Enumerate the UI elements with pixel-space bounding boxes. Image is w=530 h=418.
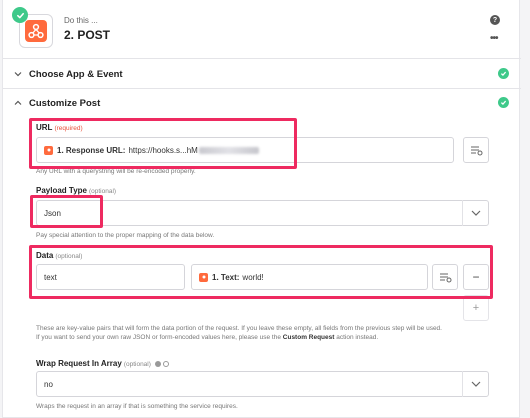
custom-request-link[interactable]: Custom Request — [283, 334, 335, 341]
wrap-request-label: Wrap Request In Array (optional) — [36, 359, 170, 368]
wrap-request-value: no — [44, 379, 53, 389]
payload-type-label: Payload Type (optional) — [36, 186, 116, 195]
optional-badge: (optional) — [55, 253, 83, 260]
wrap-request-select[interactable]: no — [36, 371, 489, 397]
list-options-icon — [439, 272, 451, 282]
chevron-down-icon — [471, 210, 481, 216]
section-customize-post[interactable]: Customize Post — [13, 95, 509, 111]
webhook-app-icon — [199, 272, 208, 282]
insert-data-button[interactable] — [432, 264, 458, 290]
wrap-label-text: Wrap Request In Array — [36, 359, 122, 368]
pill-value: world! — [242, 272, 264, 282]
payload-help-text: Pay special attention to the proper mapp… — [36, 232, 215, 239]
url-input[interactable]: 1. Response URL: https://hooks.s...hM — [36, 137, 454, 163]
data-help-line: These are key-value pairs that will form… — [36, 325, 442, 332]
step-subtitle: Do this ... — [64, 16, 98, 25]
optional-badge: (optional) — [88, 188, 117, 195]
section-choose-app-event[interactable]: Choose App & Event — [13, 66, 509, 82]
help-text-part: If you want to send your own raw JSON or… — [36, 334, 281, 342]
wrap-help-text: Wraps the request in an array if that is… — [36, 403, 238, 410]
step-complete-check-icon — [12, 7, 28, 23]
check-circle-icon — [498, 68, 509, 79]
payload-type-select[interactable]: Json — [36, 200, 489, 226]
section-label: Customize Post — [29, 97, 101, 109]
divider — [3, 88, 521, 89]
data-key-value: text — [44, 272, 57, 282]
redacted-value — [198, 146, 259, 154]
webhook-app-icon — [44, 145, 53, 155]
insert-data-button[interactable] — [463, 137, 489, 163]
section-label: Choose App & Event — [29, 68, 123, 80]
remove-row-button[interactable]: − — [463, 264, 489, 290]
url-help-text: Any URL with a querystring will be re-en… — [36, 168, 196, 175]
required-badge: (required) — [54, 125, 83, 132]
payload-label-text: Payload Type — [36, 186, 87, 195]
help-icon[interactable]: ? — [490, 15, 500, 25]
pill-value: https://hooks.s...hM — [128, 145, 198, 155]
url-mapped-pill[interactable]: 1. Response URL: https://hooks.s...hM — [44, 145, 259, 155]
url-label-text: URL — [36, 123, 53, 132]
payload-dropdown-toggle[interactable] — [462, 200, 489, 226]
wrap-dropdown-toggle[interactable] — [462, 371, 489, 397]
data-help-line: If you want to send your own raw JSON or… — [36, 333, 496, 342]
data-label-text: Data — [36, 251, 54, 260]
step-panel: Do this ... 2. POST ? ••• Choose App & E… — [2, 0, 521, 418]
data-help-text: These are key-value pairs that will form… — [36, 324, 496, 342]
url-field-label: URL (required) — [36, 123, 83, 132]
data-value-input[interactable]: 1. Text: world! — [191, 264, 428, 290]
data-field-label: Data (optional) — [36, 251, 82, 260]
payload-type-value: Json — [44, 208, 61, 218]
data-mapped-pill[interactable]: 1. Text: world! — [199, 272, 264, 282]
pill-label: 1. Text: — [212, 272, 240, 282]
data-key-input[interactable]: text — [36, 264, 185, 290]
chevron-up-icon — [14, 100, 22, 105]
optional-badge: (optional) — [123, 361, 151, 368]
chevron-down-icon — [471, 381, 481, 387]
step-title[interactable]: 2. POST — [64, 28, 110, 42]
add-row-button[interactable]: + — [463, 295, 489, 321]
list-options-icon — [470, 145, 482, 155]
divider — [3, 58, 521, 59]
help-dot-icon[interactable] — [155, 360, 162, 367]
help-text-part: action instead. — [336, 334, 379, 342]
check-circle-icon — [498, 97, 509, 108]
help-circle-icon[interactable] — [163, 360, 170, 367]
pill-label: 1. Response URL: — [57, 145, 126, 155]
more-options-icon[interactable]: ••• — [490, 33, 498, 44]
chevron-down-icon — [14, 72, 22, 77]
